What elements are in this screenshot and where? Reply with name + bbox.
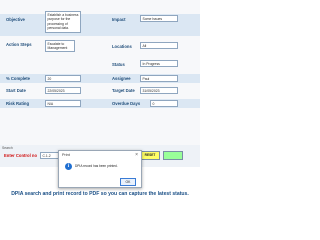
dialog-message: DPIA record has been printed. [75,164,118,168]
overdue-days-field[interactable]: 0 [150,100,178,107]
action-steps-label: Action Steps [6,42,32,47]
objective-label: Objective [6,17,25,22]
target-date-label: Target Date [112,88,135,93]
complete-label: % Complete [6,76,30,81]
action-button[interactable] [163,151,183,160]
start-date-label: Start Date [6,88,26,93]
ok-button[interactable]: OK [120,178,136,186]
status-field[interactable]: In Progress [140,60,178,67]
print-dialog: Print × i DPIA record has been printed. … [58,150,142,188]
risk-rating-field[interactable]: N/A [45,100,81,107]
locations-field[interactable]: All [140,42,178,49]
start-date-field[interactable]: 22/05/2023 [45,87,81,94]
dialog-title: Print [62,153,70,157]
impact-field[interactable]: Some Issues [140,15,178,22]
objective-field[interactable]: Establish a business purpose for the pro… [45,11,81,33]
close-icon[interactable]: × [135,152,138,158]
search-section-label: Search [2,146,13,150]
caption-text: DPIA search and print record to PDF so y… [11,191,189,197]
assignee-field[interactable]: Paul [140,75,178,82]
assignee-label: Assignee [112,76,131,81]
impact-label: Impact [112,17,126,22]
control-no-label: Enter Control no [4,153,38,158]
reset-button[interactable]: RESET [140,151,160,160]
action-steps-field[interactable]: Escalate to Management [45,40,75,52]
locations-label: Locations [112,44,132,49]
target-date-field[interactable]: 31/05/2023 [140,87,178,94]
status-label: Status [112,62,125,67]
complete-field[interactable]: 20 [45,75,81,82]
info-icon: i [65,163,72,170]
risk-rating-label: Risk Rating [6,101,30,106]
overdue-days-label: Overdue Days [112,101,141,106]
dpia-record-form: Objective Establish a business purpose f… [0,0,200,146]
